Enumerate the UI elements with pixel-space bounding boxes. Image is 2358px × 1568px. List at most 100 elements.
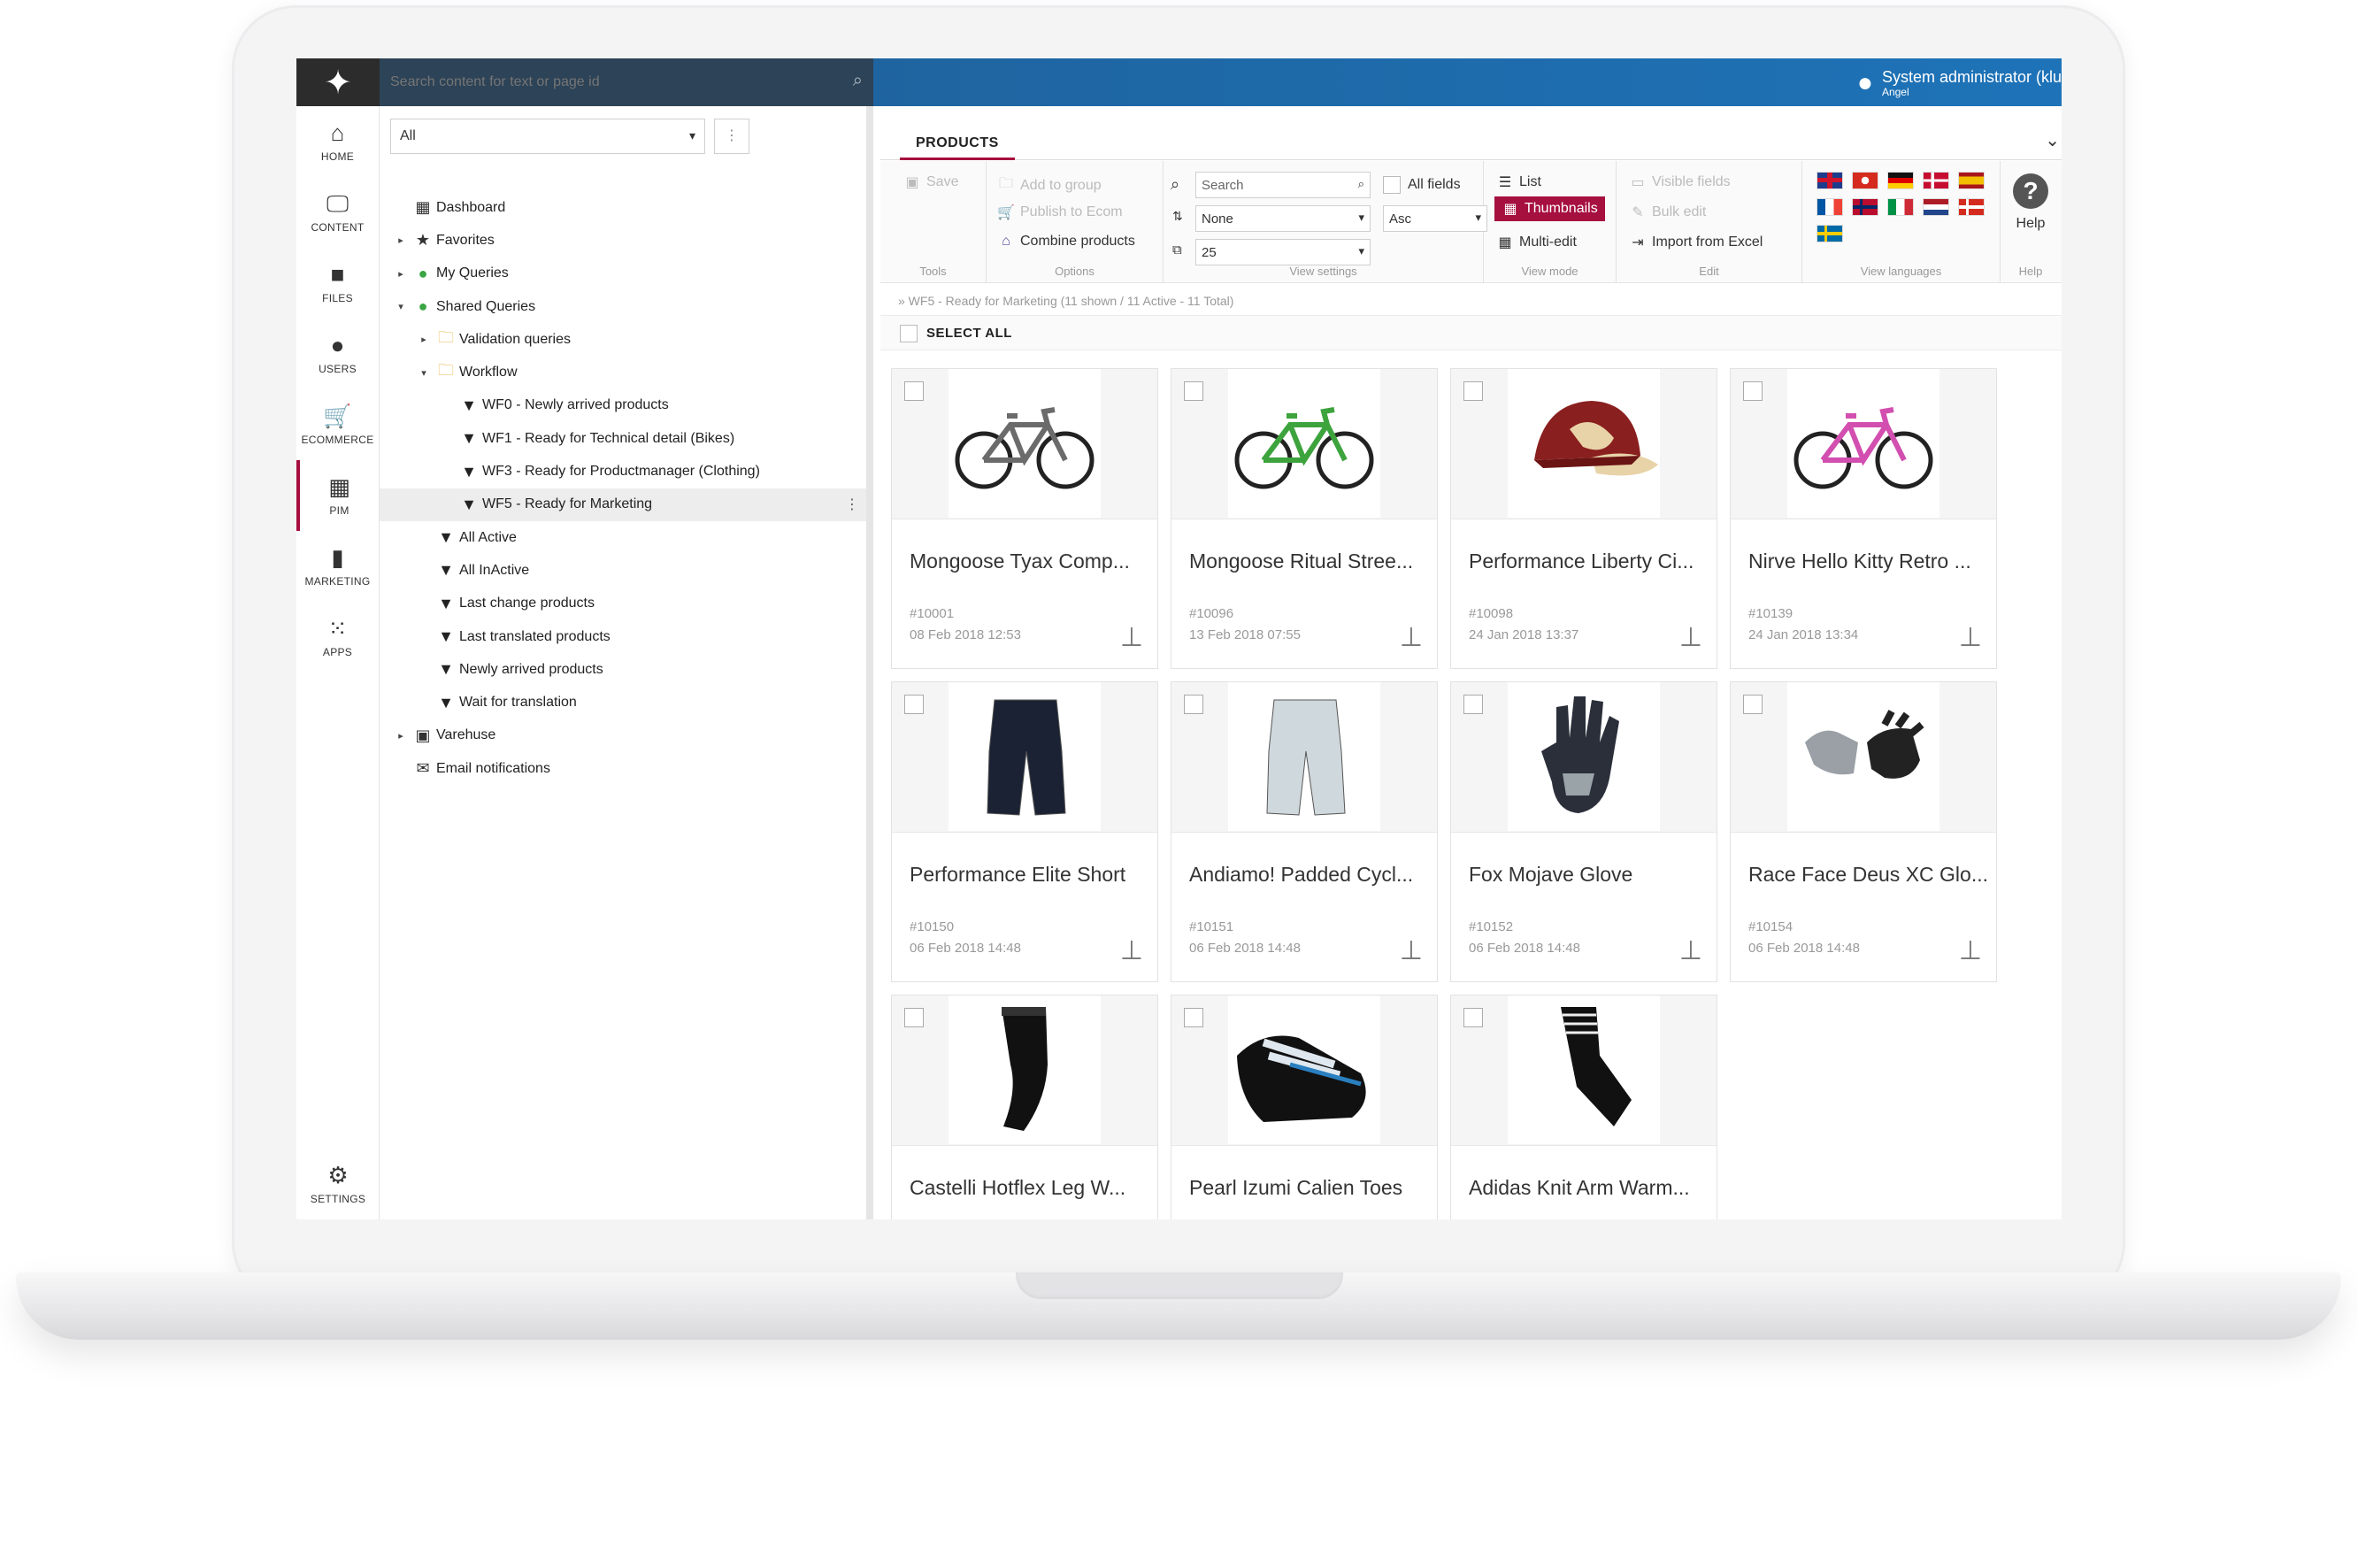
sort-field-select[interactable]: None ▾ [1195,205,1371,232]
tree-twisty-icon[interactable]: ▾ [392,301,410,312]
tree-item[interactable]: ▦ Dashboard [380,191,866,224]
product-card[interactable]: Nirve Hello Kitty Retro ... #10139 24 Jan… [1730,368,1997,669]
product-title[interactable]: Fox Mojave Glove [1469,863,1708,887]
nav-item-ecommerce[interactable]: 🛒 ECOMMERCE [296,389,379,460]
list-view-button[interactable]: ☰ List [1496,173,1541,191]
tree-item[interactable]: ▼ Last change products [380,588,866,620]
product-card[interactable]: Mongoose Ritual Stree... #10096 13 Feb 20… [1171,368,1438,669]
flag-nl-icon[interactable] [1923,198,1949,216]
tree-item[interactable]: ▼ Newly arrived products [380,653,866,686]
sort-direction-select[interactable]: Asc ▾ [1383,205,1487,232]
nav-item-files[interactable]: ■ FILES [296,248,379,319]
product-title[interactable]: Mongoose Ritual Stree... [1189,550,1428,573]
tree-item[interactable]: ▾ 🗀 Workflow [380,356,866,388]
tree-item[interactable]: ▾ ● Shared Queries [380,290,866,323]
add-to-group-button[interactable]: 🗀 Add to group [997,173,1102,197]
product-title[interactable]: Race Face Deus XC Glo... [1748,863,1987,887]
flag-de-icon[interactable] [1887,172,1914,189]
product-title[interactable]: Andiamo! Padded Cycl... [1189,863,1428,887]
tree-item[interactable]: ▸ ● My Queries [380,257,866,290]
tree-item[interactable]: ▼ All InActive [380,554,866,587]
product-title[interactable]: Nirve Hello Kitty Retro ... [1748,550,1987,573]
save-button[interactable]: ▣ Save [903,173,958,191]
user-menu[interactable]: ● System administrator (klu Angel [1857,64,2062,103]
tree-twisty-icon[interactable]: ▾ [415,367,433,379]
bulk-edit-button[interactable]: ✎ Bulk edit [1629,204,1706,221]
product-checkbox[interactable] [1184,1008,1203,1027]
product-card[interactable]: Fox Mojave Glove #10152 06 Feb 2018 14:48… [1450,681,1717,982]
help-button-label[interactable]: Help [2001,216,2061,232]
product-card[interactable]: Performance Elite Short #10150 06 Feb 201… [891,681,1158,982]
product-checkbox[interactable] [1184,381,1203,401]
flag-se-icon[interactable] [1817,225,1843,242]
flag-no-icon[interactable] [1852,198,1878,216]
product-checkbox[interactable] [904,1008,924,1027]
product-card[interactable]: Castelli Hotflex Leg W... [891,995,1158,1219]
product-card[interactable]: Pearl Izumi Calien Toes [1171,995,1438,1219]
nav-item-marketing[interactable]: ▮ MARKETING [296,531,379,602]
search-icon[interactable]: ⌕ [853,71,863,91]
tree-item[interactable]: ▸ ▣ Varehuse [380,719,866,752]
product-checkbox[interactable] [904,381,924,401]
product-checkbox[interactable] [1743,381,1763,401]
tree-item[interactable]: ▼ Last translated products [380,620,866,653]
page-size-select[interactable]: 25 ▾ [1195,239,1371,265]
hierarchy-icon[interactable]: ⊥ [1400,935,1423,966]
product-title[interactable]: Mongoose Tyax Comp... [910,550,1148,573]
nav-item-settings[interactable]: ⚙ SETTINGS [296,1149,380,1219]
tree-item[interactable]: ▼ Wait for translation [380,686,866,719]
help-icon[interactable]: ? [2013,173,2048,209]
tree-item[interactable]: ▼ All Active [380,521,866,554]
search-icon[interactable]: ⌕ [1358,177,1364,191]
product-checkbox[interactable] [1184,695,1203,714]
product-title[interactable]: Performance Elite Short [910,863,1148,887]
nav-item-pim[interactable]: ▦ PIM [296,460,379,531]
import-from-excel-button[interactable]: ⇥ Import from Excel [1629,234,1763,251]
tree-item[interactable]: ▸ ★ Favorites [380,224,866,257]
view-search-input[interactable]: Search ⌕ [1195,172,1371,198]
tab-products[interactable]: PRODUCTS [900,131,1015,160]
tree-item[interactable]: ▼ WF3 - Ready for Productmanager (Clothi… [380,455,866,488]
tree-item[interactable]: ▼ WF5 - Ready for Marketing ⋮ [380,488,866,521]
product-title[interactable]: Castelli Hotflex Leg W... [910,1176,1148,1200]
product-checkbox[interactable] [1463,381,1483,401]
select-all-label[interactable]: SELECT ALL [926,326,1012,341]
tree-item[interactable]: ▼ WF1 - Ready for Technical detail (Bike… [380,422,866,455]
product-checkbox[interactable] [904,695,924,714]
chevron-down-icon[interactable]: ⌄ [2045,129,2060,151]
global-search-input[interactable] [390,69,824,96]
tree-twisty-icon[interactable]: ▸ [392,268,410,280]
tree-twisty-icon[interactable]: ▸ [415,334,433,345]
tree-twisty-icon[interactable]: ▸ [392,730,410,742]
thumbnails-view-button[interactable]: ▦ Thumbnails [1494,196,1605,221]
visible-fields-button[interactable]: ▭ Visible fields [1629,173,1730,191]
multi-edit-button[interactable]: ▦ Multi-edit [1496,234,1576,251]
product-checkbox[interactable] [1463,1008,1483,1027]
flag-uk-icon[interactable] [1817,172,1843,189]
tree-item[interactable]: ✉ Email notifications [380,752,866,785]
hierarchy-icon[interactable]: ⊥ [1120,935,1143,966]
hierarchy-icon[interactable]: ⊥ [1400,622,1423,653]
tree-item[interactable]: ▸ 🗀 Validation queries [380,323,866,356]
hierarchy-icon[interactable]: ⊥ [1959,935,1982,966]
product-card[interactable]: Mongoose Tyax Comp... #10001 08 Feb 2018 … [891,368,1158,669]
product-card[interactable]: Race Face Deus XC Glo... #10154 06 Feb 20… [1730,681,1997,982]
flag-it-icon[interactable] [1887,198,1914,216]
hierarchy-icon[interactable]: ⊥ [1959,622,1982,653]
nav-item-content[interactable]: 🖵 CONTENT [296,177,379,248]
tree-filter-select[interactable]: All ▾ [390,119,705,154]
nav-item-home[interactable]: ⌂ HOME [296,106,379,177]
all-fields-checkbox[interactable] [1383,176,1401,194]
flag-fr-icon[interactable] [1817,198,1843,216]
combine-products-button[interactable]: ⌂ Combine products [997,234,1135,250]
product-title[interactable]: Pearl Izumi Calien Toes [1189,1176,1428,1200]
product-card[interactable]: Adidas Knit Arm Warm... [1450,995,1717,1219]
product-title[interactable]: Performance Liberty Ci... [1469,550,1708,573]
flag-dk-icon[interactable] [1923,172,1949,189]
select-all-checkbox[interactable] [900,325,918,342]
flag-es-icon[interactable] [1958,172,1985,189]
tree-item[interactable]: ▼ WF0 - Newly arrived products [380,389,866,422]
flag-no2-icon[interactable] [1958,198,1985,216]
tree-item-menu-icon[interactable]: ⋮ [845,496,859,513]
product-title[interactable]: Adidas Knit Arm Warm... [1469,1176,1708,1200]
